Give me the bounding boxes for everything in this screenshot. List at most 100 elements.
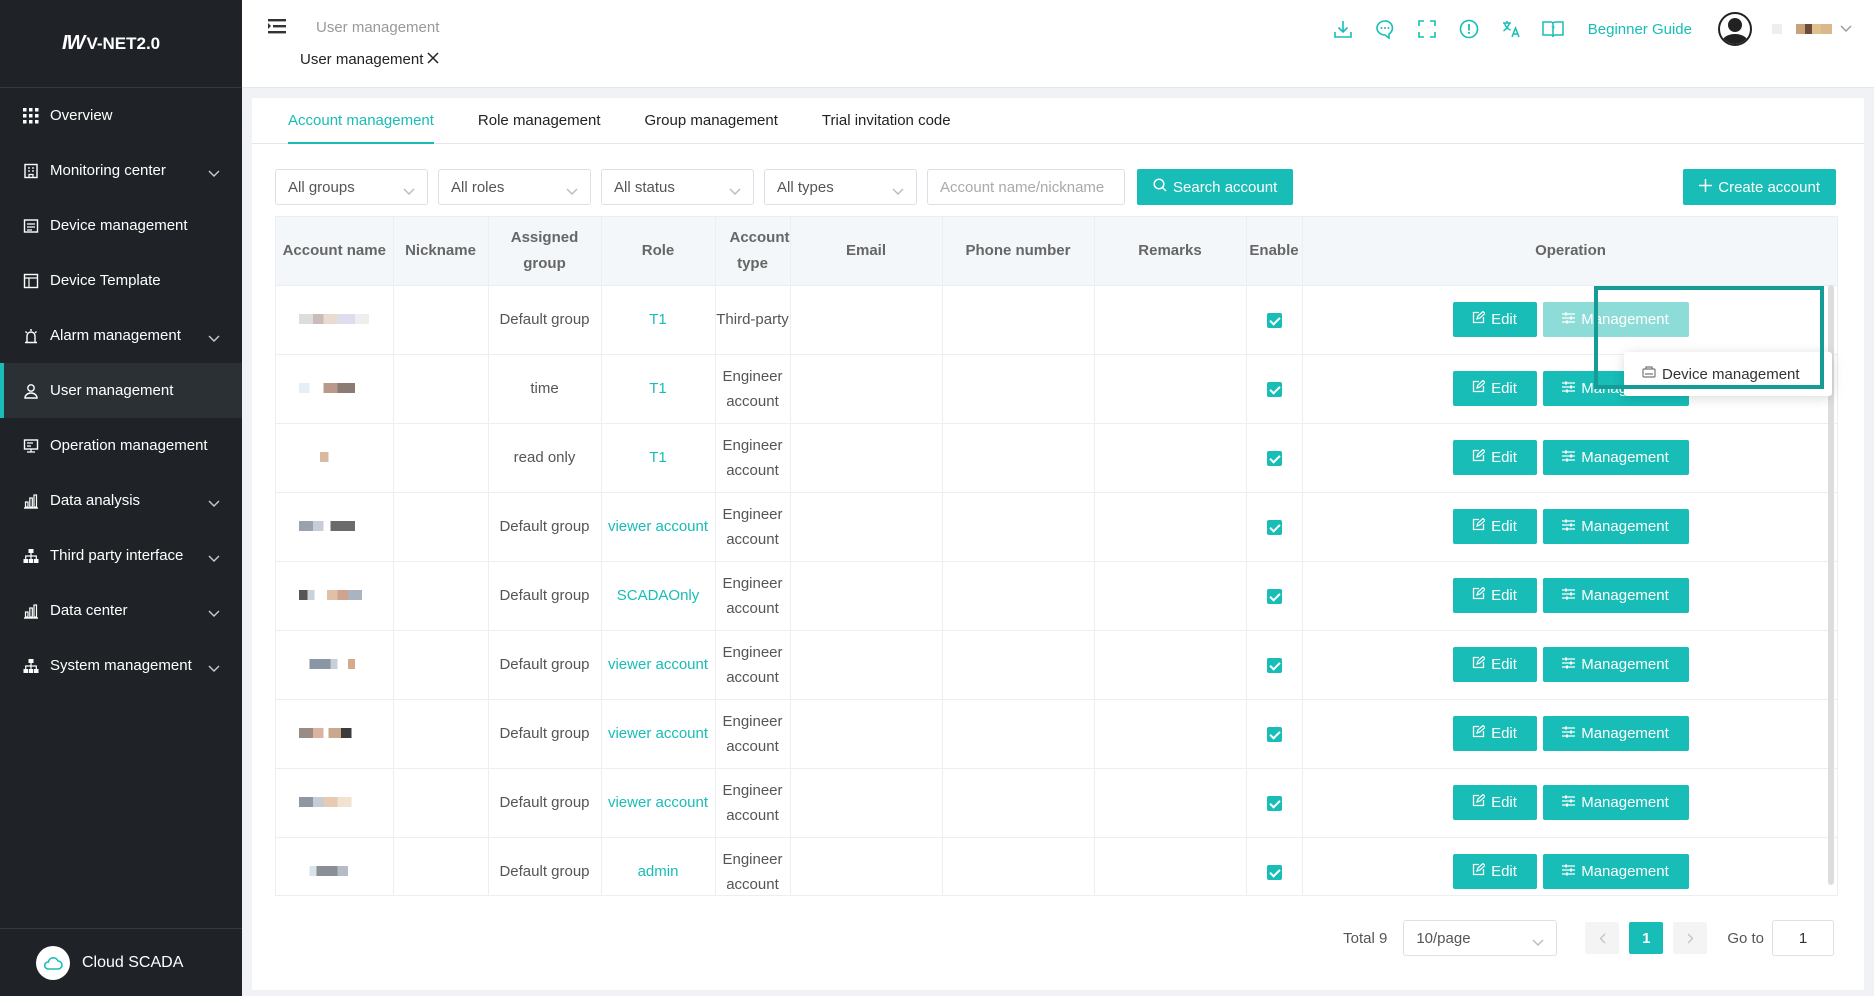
role-link[interactable]: admin	[601, 837, 716, 895]
sidebar-item-system-management[interactable]: System management	[0, 638, 242, 693]
column-header: Phone number	[942, 217, 1095, 286]
edit-button[interactable]: Edit	[1452, 854, 1537, 889]
account-name-redacted	[299, 383, 370, 393]
group-cell: read only	[488, 423, 602, 493]
type-filter-select[interactable]: All types	[764, 169, 917, 205]
status-filter-select[interactable]: All status	[601, 169, 754, 205]
table-row: Default group SCADAOnly Engineer account Ed…	[276, 561, 1837, 631]
edit-button[interactable]: Edit	[1452, 302, 1537, 337]
role-link[interactable]: SCADAOnly	[601, 561, 716, 631]
fullscreen-icon[interactable]	[1416, 18, 1438, 40]
account-name-cell	[276, 561, 394, 631]
enable-checkbox[interactable]	[1266, 795, 1282, 811]
role-link[interactable]: viewer account	[601, 630, 716, 700]
sidebar-item-data-analysis[interactable]: Data analysis	[0, 473, 242, 528]
edit-button[interactable]: Edit	[1452, 509, 1537, 544]
role-link[interactable]: T1	[601, 423, 716, 493]
phone-cell	[942, 561, 1095, 631]
sidebar-item-data-center[interactable]: Data center	[0, 583, 242, 638]
sidebar-item-device-template[interactable]: Device Template	[0, 253, 242, 308]
create-account-button[interactable]: Create account	[1683, 169, 1836, 205]
management-button[interactable]: Management	[1542, 647, 1689, 682]
account-name-cell	[276, 630, 394, 700]
management-button[interactable]: Management	[1542, 578, 1689, 613]
menu-toggle-icon[interactable]	[268, 18, 286, 39]
search-account-button[interactable]: Search account	[1137, 169, 1294, 205]
edit-button[interactable]: Edit	[1452, 371, 1537, 406]
enable-checkbox[interactable]	[1266, 726, 1282, 742]
sidebar-item-monitoring-center[interactable]: Monitoring center	[0, 143, 242, 198]
user-menu[interactable]	[1772, 20, 1852, 38]
account-search-input[interactable]	[927, 169, 1125, 205]
enable-checkbox[interactable]	[1266, 381, 1282, 397]
enable-checkbox[interactable]	[1266, 450, 1282, 466]
group-filter-value: All groups	[288, 178, 355, 196]
management-button[interactable]: Management	[1542, 716, 1689, 751]
enable-checkbox[interactable]	[1266, 864, 1282, 880]
role-link[interactable]: viewer account	[601, 492, 716, 562]
grid-icon	[22, 107, 40, 125]
account-name-redacted	[299, 659, 370, 669]
enable-checkbox[interactable]	[1266, 588, 1282, 604]
management-button[interactable]: Management	[1542, 854, 1689, 889]
management-button[interactable]: Management	[1542, 785, 1689, 820]
account-name-cell	[276, 768, 394, 838]
sidebar-item-device-management[interactable]: Device management	[0, 198, 242, 253]
edit-button[interactable]: Edit	[1452, 647, 1537, 682]
chevron-down-icon	[1840, 20, 1852, 38]
enable-checkbox[interactable]	[1266, 519, 1282, 535]
message-icon[interactable]	[1374, 18, 1396, 40]
sidebar-footer[interactable]: Cloud SCADA	[0, 928, 242, 996]
management-label: Management	[1581, 863, 1669, 880]
hierarchy-icon	[22, 547, 40, 565]
management-button[interactable]: Management	[1542, 440, 1689, 475]
role-link[interactable]: T1	[601, 285, 716, 355]
help-book-icon[interactable]: ?	[1542, 18, 1564, 40]
role-link[interactable]: T1	[601, 354, 716, 424]
group-cell: Default group	[488, 630, 602, 700]
tab-trial-invitation-code[interactable]: Trial invitation code	[822, 98, 951, 144]
sidebar-item-alarm-management[interactable]: Alarm management	[0, 308, 242, 363]
type-filter-value: All types	[777, 178, 834, 196]
enable-checkbox[interactable]	[1266, 312, 1282, 328]
enable-cell	[1246, 492, 1303, 562]
download-icon[interactable]	[1332, 18, 1354, 40]
account-name-redacted	[299, 452, 370, 462]
highlight-box	[1594, 286, 1824, 389]
open-page-tag[interactable]: User management	[300, 51, 439, 68]
management-button[interactable]: Management	[1542, 509, 1689, 544]
edit-button[interactable]: Edit	[1452, 785, 1537, 820]
group-filter-select[interactable]: All groups	[275, 169, 428, 205]
account-type-cell: Engineer account	[715, 768, 791, 838]
tab-account-management[interactable]: Account management	[288, 98, 434, 144]
role-link[interactable]: viewer account	[601, 768, 716, 838]
column-header: Remarks	[1094, 217, 1247, 286]
tab-role-management[interactable]: Role management	[478, 98, 601, 144]
phone-cell	[942, 285, 1095, 355]
edit-button[interactable]: Edit	[1452, 440, 1537, 475]
close-icon[interactable]	[427, 51, 439, 68]
info-icon[interactable]	[1458, 18, 1480, 40]
next-page-button[interactable]	[1673, 922, 1708, 954]
translate-icon[interactable]	[1500, 18, 1522, 40]
edit-button[interactable]: Edit	[1452, 716, 1537, 751]
app-logo[interactable]: IW V-NET2.0	[0, 0, 242, 88]
edit-button[interactable]: Edit	[1452, 578, 1537, 613]
prev-page-button[interactable]	[1585, 922, 1620, 954]
sidebar-item-third-party-interface[interactable]: Third party interface	[0, 528, 242, 583]
enable-checkbox[interactable]	[1266, 657, 1282, 673]
tab-group-management[interactable]: Group management	[645, 98, 778, 144]
sidebar-item-label: Operation management	[50, 437, 208, 454]
avatar[interactable]	[1718, 12, 1752, 46]
sidebar-item-operation-management[interactable]: Operation management	[0, 418, 242, 473]
sidebar-item-user-management[interactable]: User management	[0, 363, 242, 418]
sidebar-item-overview[interactable]: Overview	[0, 88, 242, 143]
goto-page-input[interactable]	[1772, 920, 1834, 956]
operation-cell: Edit Management	[1302, 561, 1837, 631]
role-link[interactable]: viewer account	[601, 699, 716, 769]
beginner-guide-link[interactable]: Beginner Guide	[1588, 21, 1692, 38]
page-button-current[interactable]: 1	[1629, 922, 1664, 954]
sidebar-item-label: Data center	[50, 602, 128, 619]
page-size-select[interactable]: 10/page	[1403, 920, 1558, 956]
role-filter-select[interactable]: All roles	[438, 169, 591, 205]
